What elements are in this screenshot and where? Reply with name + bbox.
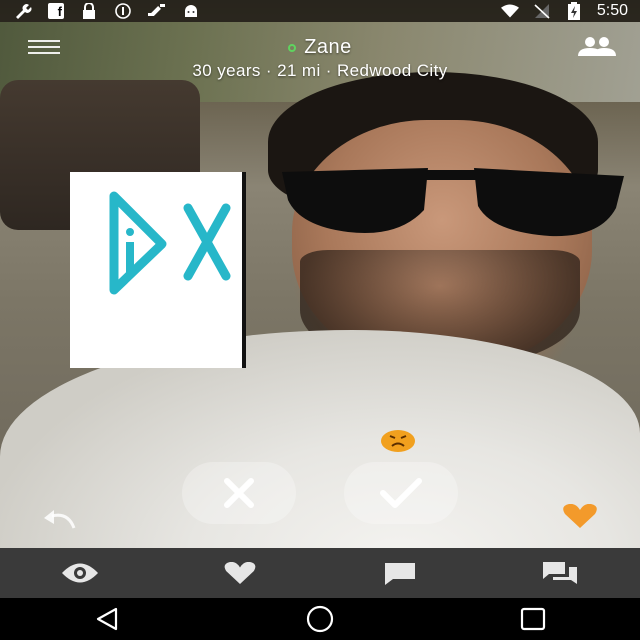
- tab-likes[interactable]: [160, 548, 320, 598]
- logo-mark: [109, 191, 231, 295]
- no-signal-icon: [533, 3, 551, 19]
- heart-icon: [563, 503, 597, 528]
- tab-messages[interactable]: [480, 548, 640, 598]
- info-circle-icon: [114, 3, 132, 19]
- wrench-icon: [14, 3, 32, 19]
- tab-chat[interactable]: [320, 548, 480, 598]
- pass-button[interactable]: [182, 462, 296, 524]
- photo-sunglasses: [282, 168, 624, 237]
- screen: f 5:50 Zane 30 years · 21 mi · Redwood C…: [0, 0, 640, 640]
- tab-viewers[interactable]: [0, 548, 160, 598]
- online-status-dot: [288, 43, 297, 52]
- clock: 5:50: [596, 2, 628, 19]
- favorite-heart-button[interactable]: [562, 503, 598, 528]
- satellite-icon: [148, 3, 166, 19]
- undo-icon[interactable]: [42, 508, 78, 534]
- close-icon: [224, 478, 254, 508]
- profile-details: 30 years · 21 mi · Redwood City: [192, 61, 448, 80]
- wifi-icon: [500, 3, 519, 19]
- checkmark-icon: [380, 478, 422, 508]
- recents-icon[interactable]: [513, 604, 553, 634]
- eye-icon: [62, 563, 98, 583]
- profile-name: Zane: [304, 36, 352, 58]
- back-icon[interactable]: [87, 604, 127, 634]
- bottom-tab-bar: [0, 548, 640, 598]
- chat-bubble-icon: [385, 563, 415, 585]
- chat-bubbles-icon: [543, 562, 577, 584]
- profile-header: Zane 30 years · 21 mi · Redwood City: [0, 36, 640, 81]
- navigation-bar: [0, 598, 640, 640]
- facebook-icon: f: [48, 3, 64, 19]
- people-icon[interactable]: [576, 36, 618, 58]
- like-button[interactable]: [344, 462, 458, 524]
- frown-emoji-icon[interactable]: [381, 428, 415, 452]
- battery-charging-icon: [565, 2, 583, 20]
- heart-icon: [224, 562, 256, 584]
- watermark-logo: [70, 172, 246, 368]
- home-icon[interactable]: [300, 604, 340, 634]
- android-icon: [182, 3, 200, 19]
- lock-icon: [80, 3, 98, 19]
- status-bar: f 5:50: [0, 0, 640, 22]
